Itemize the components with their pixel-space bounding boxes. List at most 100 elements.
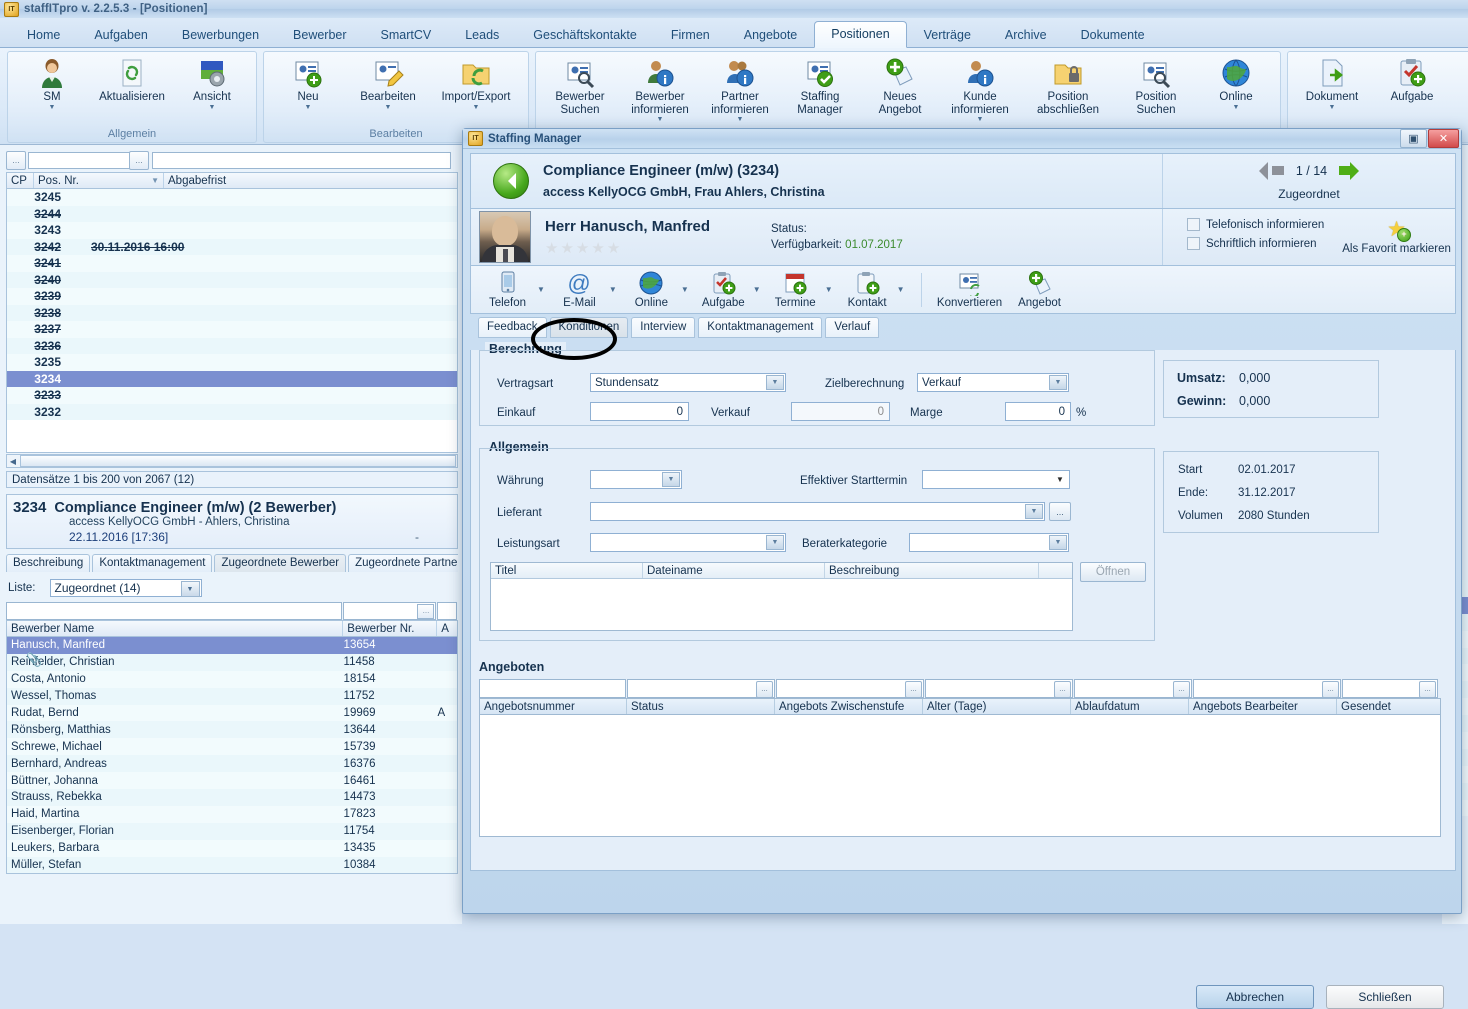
next-record-button[interactable] [1327, 161, 1368, 180]
list-item[interactable]: Strauss, Rebekka 14473 [7, 789, 457, 806]
positions-grid-body[interactable]: 3245 3244 3243 3242 30.11.2016 16:00 3241… [6, 189, 458, 453]
chevron-down-icon[interactable]: ▼ [1025, 504, 1043, 519]
subtab-verlauf[interactable]: Verlauf [825, 317, 880, 338]
column-header-gesendet[interactable]: Gesendet [1337, 699, 1440, 714]
table-row[interactable]: 3243 [7, 222, 457, 239]
chevron-down-icon[interactable]: ▼ [657, 116, 664, 124]
column-header-ablaufdatum[interactable]: Ablaufdatum [1071, 699, 1189, 714]
chevron-down-icon[interactable]: ▼ [305, 104, 312, 112]
star-icon[interactable]: ★ [591, 241, 604, 256]
chevron-down-icon[interactable]: ▼ [180, 581, 200, 597]
oeffnen-button[interactable]: Öffnen [1080, 562, 1146, 582]
star-icon[interactable]: ★ [576, 241, 589, 256]
filter-ellipsis-button[interactable]: … [1054, 681, 1071, 698]
list-item[interactable]: Leukers, Barbara 13435 [7, 839, 457, 857]
scroll-left-icon[interactable]: ◀ [7, 457, 19, 466]
filter-ellipsis-button[interactable]: … [756, 681, 773, 698]
ribbon-tab-bewerber[interactable]: Bewerber [276, 22, 364, 48]
filter-ellipsis-button-1[interactable]: … [6, 150, 26, 170]
column-header-a[interactable]: A [437, 621, 457, 636]
close-button[interactable]: ✕ [1428, 129, 1459, 148]
mark-favorite-button[interactable]: ★ + Als Favorit markieren [1342, 219, 1451, 255]
ribbon-button-bewerber-informieren[interactable]: Bewerber informieren ▼ [620, 55, 700, 124]
column-header-dateiname[interactable]: Dateiname [643, 563, 825, 578]
tab-kontaktmanagement[interactable]: Kontaktmanagement [92, 554, 213, 572]
ribbon-tab-firmen[interactable]: Firmen [654, 22, 727, 48]
list-item[interactable]: Bernhard, Andreas 16376 [7, 755, 457, 773]
column-header-cp[interactable]: CP [7, 173, 34, 188]
ribbon-tab-dokumente[interactable]: Dokumente [1064, 22, 1162, 48]
table-row[interactable]: 3245 [7, 189, 457, 206]
scrollbar-thumb[interactable] [20, 455, 456, 467]
table-row[interactable]: 3242 30.11.2016 16:00 [7, 238, 457, 255]
column-header-bearbeiter[interactable]: Angebots Bearbeiter [1189, 699, 1337, 714]
table-row[interactable]: 3232 [7, 403, 457, 420]
ribbon-button-aufgabe[interactable]: Aufgabe [1372, 55, 1452, 104]
leistungsart-dropdown[interactable]: ▼ [590, 533, 786, 552]
ribbon-tab-angebote[interactable]: Angebote [727, 22, 815, 48]
chevron-down-icon[interactable]: ▼ [1052, 472, 1068, 487]
ribbon-tab-home[interactable]: Home [10, 22, 77, 48]
ribbon-button-neu[interactable]: Neu ▼ [268, 55, 348, 112]
list-item[interactable]: Hanusch, Manfred 13654 [7, 637, 457, 654]
list-item[interactable]: Büttner, Johanna 16461 [7, 772, 457, 790]
list-item[interactable]: Schrewe, Michael 15739 [7, 738, 457, 756]
close-button-footer[interactable]: Schließen [1326, 985, 1444, 1009]
ribbon-tab-aufgaben[interactable]: Aufgaben [77, 22, 165, 48]
angeboten-table-body[interactable] [479, 715, 1441, 837]
filter-ellipsis-button[interactable]: … [1322, 681, 1339, 698]
subtab-konditionen[interactable]: Konditionen [549, 317, 629, 338]
tab-zugeordnete-bewerber[interactable]: Zugeordnete Bewerber [214, 554, 347, 572]
filter-ellipsis-button[interactable]: … [1419, 681, 1436, 698]
chevron-down-icon[interactable]: ▼ [1049, 375, 1067, 390]
action-telefon[interactable]: Telefon [479, 270, 536, 309]
checkbox-box[interactable] [1187, 237, 1200, 250]
ribbon-tab-smartcv[interactable]: SmartCV [364, 22, 449, 48]
table-row[interactable]: 3244 [7, 205, 457, 222]
chevron-down-icon[interactable]: ▼ [49, 104, 56, 112]
table-row[interactable]: 3235 [7, 354, 457, 371]
liste-dropdown[interactable]: Zugeordnet (14) ▼ [49, 579, 202, 597]
action-konvertieren[interactable]: Konvertieren [932, 270, 1008, 309]
ribbon-button-dokument[interactable]: Dokument ▼ [1292, 55, 1372, 112]
ribbon-button-online[interactable]: Online ▼ [1196, 55, 1276, 112]
filter-input-abgabefrist[interactable] [152, 151, 451, 169]
ribbon-button-aktualisieren[interactable]: Aktualisieren [92, 55, 172, 104]
ribbon-tab-leads[interactable]: Leads [448, 22, 516, 48]
chevron-down-icon[interactable]: ▼ [681, 285, 689, 294]
column-header-zwischenstufe[interactable]: Angebots Zwischenstufe [775, 699, 923, 714]
action-email[interactable]: @ E-Mail [551, 270, 608, 309]
ribbon-button-bewerber-suchen[interactable]: Bewerber Suchen [540, 55, 620, 116]
previous-record-button[interactable] [1250, 161, 1296, 180]
vertragsart-dropdown[interactable]: Stundensatz ▼ [590, 373, 786, 392]
column-header-blank[interactable] [1039, 563, 1072, 578]
chevron-down-icon[interactable]: ▼ [473, 104, 480, 112]
list-item[interactable]: Eisenberger, Florian 11754 [7, 822, 457, 840]
star-icon[interactable]: ★ [545, 241, 558, 256]
ribbon-tab-geschaeftskontakte[interactable]: Geschäftskontakte [516, 22, 654, 48]
list-item[interactable]: Rönsberg, Matthias 13644 [7, 721, 457, 739]
checkbox-schriftlich-informieren[interactable]: Schriftlich informieren [1187, 237, 1324, 250]
chevron-down-icon[interactable]: ▼ [209, 104, 216, 112]
column-header-bewerber-nr[interactable]: Bewerber Nr. [343, 621, 438, 636]
subtab-feedback[interactable]: Feedback [478, 317, 547, 338]
candidate-nr-filter-input[interactable]: … [342, 602, 437, 620]
table-row[interactable]: 3238 [7, 304, 457, 321]
checkbox-telefonisch-informieren[interactable]: Telefonisch informieren [1187, 218, 1324, 231]
tab-zugeordnete-partner[interactable]: Zugeordnete Partner [348, 554, 458, 572]
ribbon-tab-archive[interactable]: Archive [988, 22, 1064, 48]
action-termine[interactable]: Termine [767, 270, 824, 309]
filter-ellipsis-button[interactable]: … [1173, 681, 1190, 698]
cancel-button[interactable]: Abbrechen [1196, 985, 1314, 1009]
chevron-down-icon[interactable]: ▼ [825, 285, 833, 294]
list-item[interactable]: Müller, Stefan 10384 [7, 856, 457, 873]
ribbon-button-position-abschliessen[interactable]: Position abschließen [1020, 55, 1116, 116]
filter-ellipsis-button[interactable]: … [417, 604, 435, 619]
ribbon-button-termin[interactable]: Termin [1452, 55, 1468, 104]
filter-bearbeiter[interactable]: … [1193, 679, 1341, 698]
chevron-down-icon[interactable]: ▼ [753, 285, 761, 294]
rating-stars[interactable]: ★ ★ ★ ★ ★ [545, 241, 710, 256]
chevron-down-icon[interactable]: ▼ [737, 116, 744, 124]
zielberechnung-dropdown[interactable]: Verkauf ▼ [917, 373, 1069, 392]
table-row[interactable]: 3239 [7, 288, 457, 305]
